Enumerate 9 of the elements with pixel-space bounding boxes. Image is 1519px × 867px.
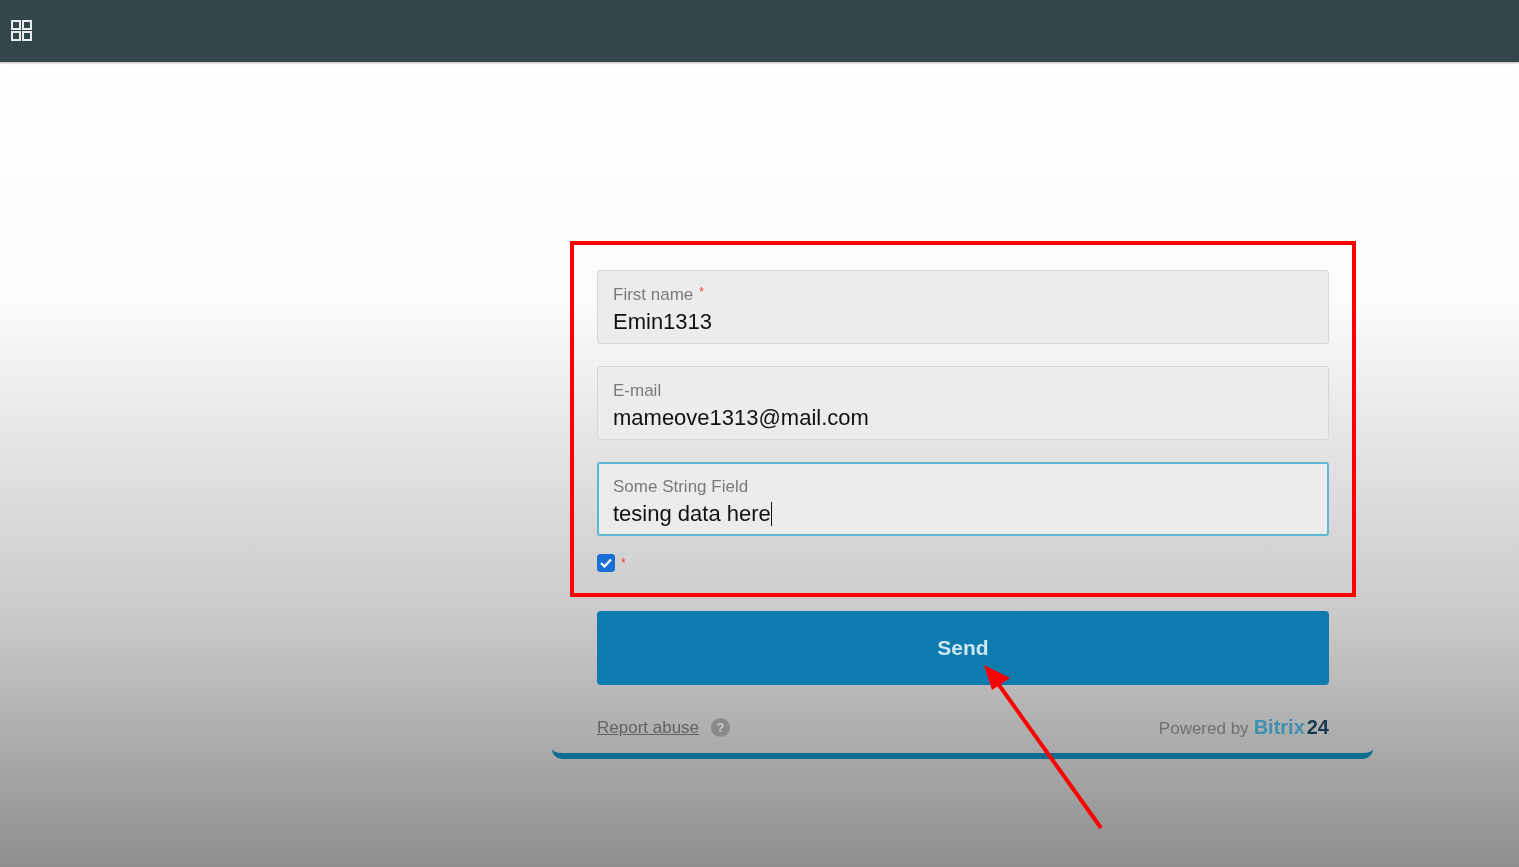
input-field[interactable]: First name * Emin1313 <box>597 270 1329 344</box>
required-mark: * <box>621 556 626 570</box>
input-field[interactable]: E-mail mameove1313@mail.com <box>597 366 1329 440</box>
grid-icon[interactable] <box>11 20 33 42</box>
brand-logo: Bitrix24 <box>1253 716 1329 739</box>
input-field[interactable]: Some String Field tesing data here <box>597 462 1329 536</box>
checkbox[interactable] <box>597 554 615 572</box>
send-button[interactable]: Send <box>597 611 1329 685</box>
powered-by-text: Powered by <box>1158 719 1249 739</box>
